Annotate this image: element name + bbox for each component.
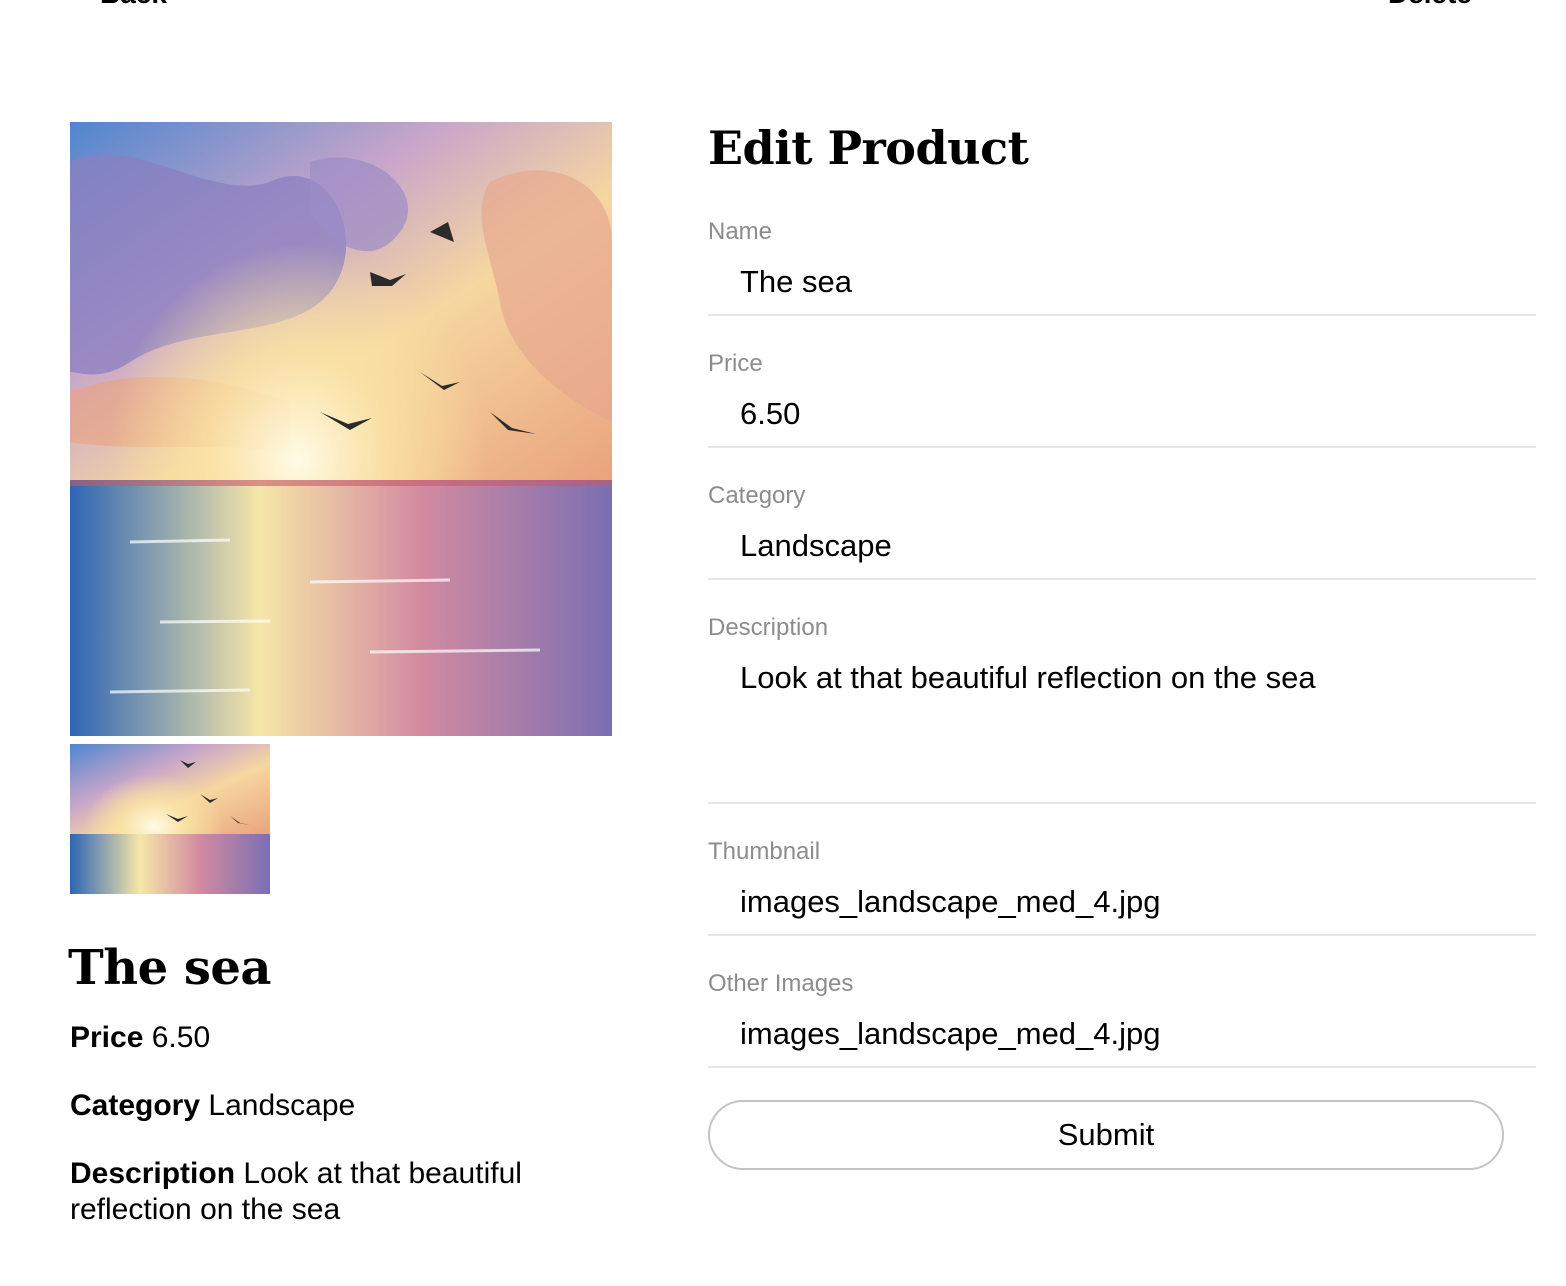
description-field-group: Description Look at that beautiful refle… <box>708 614 1536 804</box>
name-label: Name <box>708 218 773 245</box>
form-title: Edit Product <box>708 121 1029 175</box>
edit-product-form: Edit Product Name Price Category Descrip… <box>708 118 1536 1170</box>
other-images-input[interactable] <box>708 1012 1530 1056</box>
thumbnail-image[interactable] <box>70 744 270 894</box>
category-input[interactable] <box>708 524 1530 568</box>
category-label: Category <box>708 482 806 509</box>
thumbnail-label: Thumbnail <box>708 838 821 865</box>
category-info-value: Landscape <box>208 1089 356 1122</box>
thumbnail-input[interactable] <box>708 880 1530 924</box>
thumbnail-field-group: Thumbnail <box>708 838 1536 936</box>
other-images-label: Other Images <box>708 970 854 997</box>
price-field-group: Price <box>708 350 1536 448</box>
category-info: Category Landscape <box>70 1088 612 1124</box>
price-input[interactable] <box>708 392 1530 436</box>
category-field-group: Category <box>708 482 1536 580</box>
product-main-image <box>70 122 612 736</box>
name-field-group: Name <box>708 218 1536 316</box>
submit-button[interactable]: Submit <box>708 1100 1504 1170</box>
name-input[interactable] <box>708 260 1530 304</box>
product-name-heading: The sea <box>68 940 272 996</box>
edit-product-page: Back Delete <box>0 0 1566 1286</box>
description-textarea[interactable]: Look at that beautiful reflection on the… <box>708 658 1530 770</box>
delete-link[interactable]: Delete <box>1388 0 1472 10</box>
top-navigation: Back Delete <box>0 0 1566 12</box>
price-label: Price <box>708 350 763 377</box>
product-preview: The sea Price 6.50 Category Landscape De… <box>68 122 612 1228</box>
description-info-label: Description <box>70 1157 236 1190</box>
price-info-label: Price <box>70 1021 144 1054</box>
category-info-label: Category <box>70 1089 201 1122</box>
description-info: Description Look at that beautiful refle… <box>70 1156 590 1228</box>
price-info-value: 6.50 <box>151 1021 211 1054</box>
thumbnail-row <box>70 744 612 894</box>
back-link[interactable]: Back <box>100 0 167 10</box>
other-images-field-group: Other Images <box>708 970 1536 1068</box>
description-label: Description <box>708 614 829 641</box>
price-info: Price 6.50 <box>70 1020 612 1056</box>
